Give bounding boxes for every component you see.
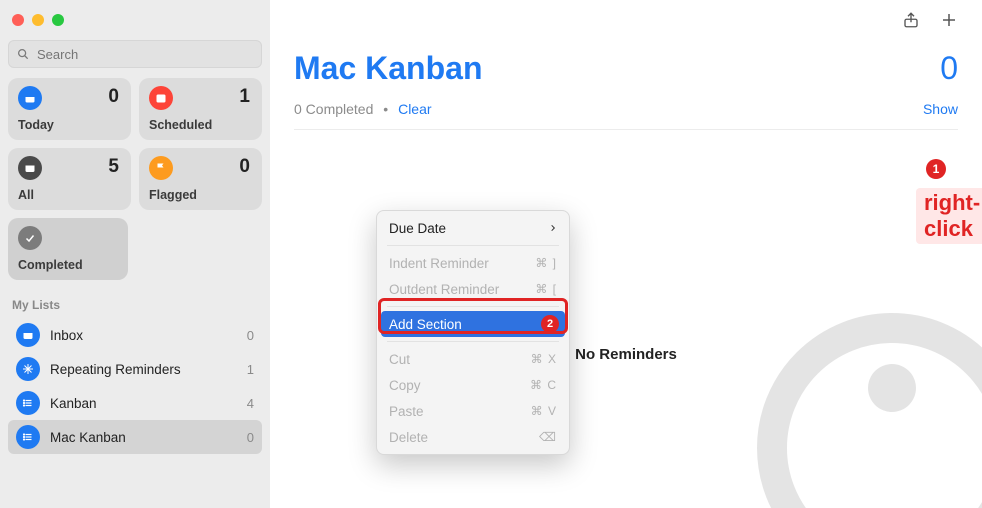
smartlist-all-count: 5 xyxy=(108,156,119,178)
ctx-indent-reminder: Indent Reminder ⌘ ] xyxy=(377,250,569,276)
list-total-count: 0 xyxy=(940,50,958,87)
ctx-label: Copy xyxy=(389,378,421,393)
checkmark-icon xyxy=(18,226,42,250)
annotation-step-1-badge: 1 xyxy=(926,159,946,179)
ctx-label: Outdent Reminder xyxy=(389,282,499,297)
clear-completed-button[interactable]: Clear xyxy=(398,101,431,117)
snowflake-icon xyxy=(16,357,40,381)
annotation-step-2-badge: 2 xyxy=(541,315,559,333)
smartlist-all[interactable]: 5 All xyxy=(8,148,131,210)
list-row[interactable]: Inbox 0 xyxy=(8,318,262,352)
list-name: Inbox xyxy=(50,328,247,343)
add-reminder-button[interactable] xyxy=(940,11,958,34)
ctx-due-date[interactable]: Due Date xyxy=(377,215,569,241)
minimize-window-button[interactable] xyxy=(32,14,44,26)
context-menu: Due Date Indent Reminder ⌘ ] Outdent Rem… xyxy=(376,210,570,455)
calendar-day-icon xyxy=(18,86,42,110)
share-button[interactable] xyxy=(902,10,920,35)
smartlist-scheduled-label: Scheduled xyxy=(149,118,212,132)
smartlist-today-label: Today xyxy=(18,118,54,132)
watermark-graphic xyxy=(742,298,982,508)
ctx-label: Add Section xyxy=(389,317,462,332)
smartlist-completed-label: Completed xyxy=(18,258,83,272)
ctx-outdent-reminder: Outdent Reminder ⌘ [ xyxy=(377,276,569,302)
ctx-label: Indent Reminder xyxy=(389,256,489,271)
search-icon xyxy=(16,47,30,61)
list-name: Kanban xyxy=(50,396,247,411)
list-icon xyxy=(16,391,40,415)
smartlist-completed[interactable]: Completed xyxy=(8,218,128,280)
close-window-button[interactable] xyxy=(12,14,24,26)
annotation-step-1-text: right-click xyxy=(916,188,982,244)
empty-state-text: No Reminders xyxy=(575,346,677,363)
ctx-separator xyxy=(387,341,559,342)
ctx-label: Due Date xyxy=(389,221,446,236)
ctx-separator xyxy=(387,245,559,246)
ctx-separator xyxy=(387,306,559,307)
ctx-shortcut: ⌘ C xyxy=(530,378,557,392)
tray-icon xyxy=(16,323,40,347)
completed-count-text: 0 Completed xyxy=(294,101,373,117)
smartlist-flagged-count: 0 xyxy=(239,156,250,178)
toolbar xyxy=(294,0,958,44)
list-count: 1 xyxy=(247,362,254,377)
list-count: 4 xyxy=(247,396,254,411)
tray-icon xyxy=(18,156,42,180)
ctx-paste: Paste ⌘ V xyxy=(377,398,569,424)
search-field[interactable] xyxy=(8,40,262,68)
sidebar: 0 Today 1 Scheduled 5 All 0 Flagged xyxy=(0,0,270,508)
list-row[interactable]: Repeating Reminders 1 xyxy=(8,352,262,386)
list-count: 0 xyxy=(247,328,254,343)
ctx-label: Delete xyxy=(389,430,428,445)
flag-icon xyxy=(149,156,173,180)
show-completed-button[interactable]: Show xyxy=(923,101,958,117)
list-icon xyxy=(16,425,40,449)
smartlist-scheduled[interactable]: 1 Scheduled xyxy=(139,78,262,140)
list-name: Mac Kanban xyxy=(50,430,247,445)
list-count: 0 xyxy=(247,430,254,445)
chevron-right-icon xyxy=(549,221,557,236)
list-row[interactable]: Kanban 4 xyxy=(8,386,262,420)
list-title: Mac Kanban xyxy=(294,50,482,87)
smartlist-flagged[interactable]: 0 Flagged xyxy=(139,148,262,210)
ctx-label: Paste xyxy=(389,404,424,419)
search-input[interactable] xyxy=(8,40,262,68)
ctx-copy: Copy ⌘ C xyxy=(377,372,569,398)
smartlist-flagged-label: Flagged xyxy=(149,188,197,202)
smartlist-scheduled-count: 1 xyxy=(239,86,250,108)
my-lists-header: My Lists xyxy=(12,298,258,312)
window-controls xyxy=(8,8,262,40)
list-name: Repeating Reminders xyxy=(50,362,247,377)
ctx-shortcut: ⌘ X xyxy=(531,352,557,366)
ctx-shortcut: ⌫ xyxy=(539,430,557,444)
ctx-delete: Delete ⌫ xyxy=(377,424,569,450)
smartlist-today[interactable]: 0 Today xyxy=(8,78,131,140)
ctx-cut: Cut ⌘ X xyxy=(377,346,569,372)
smartlist-all-label: All xyxy=(18,188,34,202)
ctx-shortcut: ⌘ [ xyxy=(535,282,557,296)
ctx-add-section[interactable]: Add Section 2 xyxy=(381,311,565,337)
calendar-icon xyxy=(149,86,173,110)
smartlist-today-count: 0 xyxy=(108,86,119,108)
ctx-label: Cut xyxy=(389,352,410,367)
ctx-shortcut: ⌘ ] xyxy=(535,256,557,270)
zoom-window-button[interactable] xyxy=(52,14,64,26)
ctx-shortcut: ⌘ V xyxy=(531,404,557,418)
smart-lists-grid: 0 Today 1 Scheduled 5 All 0 Flagged xyxy=(8,78,262,210)
list-row[interactable]: Mac Kanban 0 xyxy=(8,420,262,454)
completed-summary: 0 Completed • Clear xyxy=(294,101,432,117)
